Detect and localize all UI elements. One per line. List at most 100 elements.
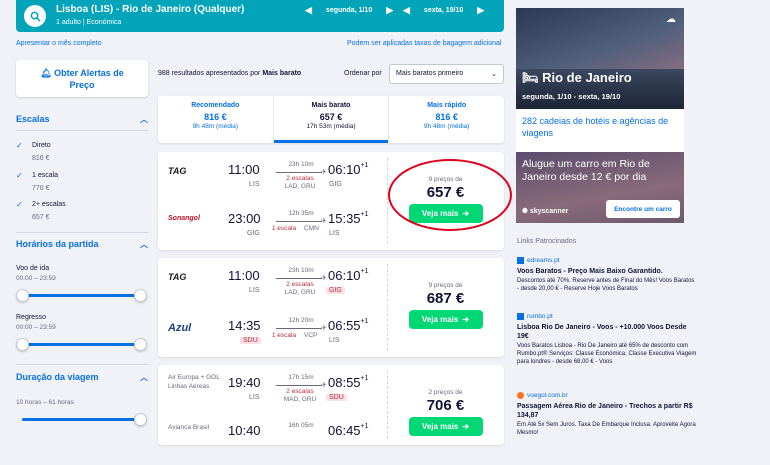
find-car-button[interactable]: Encontre um carro bbox=[606, 200, 680, 218]
ad-text: Voos Baratos Lisboa - Rio De Janeiro até… bbox=[517, 343, 697, 365]
outbound-slider-min-handle[interactable] bbox=[16, 289, 29, 302]
prev-depart-date-button[interactable]: ◀ bbox=[305, 5, 312, 16]
times-filter-header[interactable]: Horários da partida ︿ bbox=[16, 239, 148, 250]
price: 687 € bbox=[426, 290, 465, 307]
arrival-time: 15:35+1 bbox=[328, 211, 369, 226]
chevron-up-icon: ︿ bbox=[140, 240, 148, 249]
text-ad[interactable]: voegol.com.br Passagem Aérea Rio de Jane… bbox=[517, 392, 697, 437]
result-card[interactable]: TAG 11:00 LIS 23h 10m ✈ 2 escalas LAD, G… bbox=[158, 258, 504, 357]
prev-return-date-button[interactable]: ◀ bbox=[403, 5, 410, 16]
tab-duration: 9h 48m (média) bbox=[423, 123, 470, 130]
text-ad[interactable]: edreams.pt Voos Baratos - Preço Mais Bai… bbox=[517, 257, 697, 293]
depart-date[interactable]: segunda, 1/10 bbox=[326, 7, 372, 14]
arrival-time: 06:10+1 bbox=[328, 268, 369, 283]
cabin-class: Económica bbox=[86, 19, 122, 26]
ad-source: voegol.com.br bbox=[527, 392, 568, 399]
plane-icon: ✈ bbox=[321, 325, 327, 332]
price: 706 € bbox=[426, 397, 465, 414]
tab-name: Mais rápido bbox=[427, 102, 467, 109]
tab-duration: 9h 48m (média) bbox=[192, 123, 239, 130]
stops-filter-title: Escalas bbox=[16, 114, 50, 124]
flight-leg-return: Avianca Brasil 10:40 16h 05m 06:45+1 bbox=[158, 419, 387, 465]
ad-hotels-link[interactable]: 282 cadeias de hotéis e agências de viag… bbox=[522, 115, 682, 139]
airline-name: Avianca Brasil bbox=[168, 424, 210, 431]
text-ad[interactable]: rumbo.pt Lisboa Rio De Janeiro - Voos - … bbox=[517, 313, 697, 366]
outbound-range: 00:00 – 23:59 bbox=[16, 275, 56, 282]
stops-filter-header[interactable]: Escalas ︿ bbox=[16, 114, 148, 125]
chevron-down-icon: ⌄ bbox=[491, 71, 497, 78]
route-line bbox=[276, 172, 322, 173]
chevron-up-icon: ︿ bbox=[140, 373, 148, 382]
airline-logo: TAG bbox=[168, 272, 187, 282]
car-rental-ad[interactable]: Alugue um carro em Rio de Janeiro desde … bbox=[516, 152, 684, 223]
day-offset: +1 bbox=[360, 423, 369, 430]
return-date-nav: ◀ sexta, 19/10 ▶ bbox=[403, 5, 484, 16]
stops-one-price: 770 € bbox=[32, 185, 50, 192]
arrival-time: 06:45+1 bbox=[328, 423, 369, 438]
tab-cheapest[interactable]: Mais barato 657 € 17h 53m (média) bbox=[273, 96, 390, 143]
full-month-link[interactable]: Apresentar o mês completo bbox=[16, 40, 102, 47]
stops-count: 2 escalas bbox=[286, 281, 314, 288]
return-slider-max-handle[interactable] bbox=[134, 338, 147, 351]
departure-airport: LIS bbox=[249, 287, 260, 294]
day-offset: +1 bbox=[360, 318, 369, 325]
return-slider-track[interactable] bbox=[22, 343, 140, 346]
view-more-label: Veja mais bbox=[421, 315, 459, 324]
departure-time: 23:00 bbox=[228, 211, 261, 226]
stops-one-label: 1 escala bbox=[32, 172, 59, 179]
stops-count: 1 escala bbox=[271, 225, 297, 232]
view-more-button[interactable]: Veja mais ➔ bbox=[408, 417, 483, 436]
arrival-airport: GIG bbox=[326, 287, 345, 294]
return-slider-min-handle[interactable] bbox=[16, 338, 29, 351]
price-alert-label: Obter Alertas de Preço bbox=[54, 67, 124, 90]
baggage-fees-link[interactable]: Podem ser aplicadas taxas de bagagem adi… bbox=[347, 40, 502, 47]
ad-title[interactable]: Voos Baratos - Preço Mais Baixo Garantid… bbox=[517, 267, 697, 276]
duration-slider-track[interactable] bbox=[22, 418, 140, 421]
result-card[interactable]: Air Europa + GOL Linhas Aéreas 19:40 LIS… bbox=[158, 365, 504, 445]
view-more-button[interactable]: Veja mais ➔ bbox=[408, 310, 483, 329]
outbound-slider-track[interactable] bbox=[22, 294, 140, 297]
ad-title[interactable]: Lisboa Rio De Janeiro - Voos - +10.000 V… bbox=[517, 323, 697, 341]
airline-logo: TAG bbox=[168, 166, 187, 176]
rumbo-icon bbox=[517, 313, 524, 320]
tab-fastest[interactable]: Mais rápido 816 € 9h 48m (média) bbox=[389, 96, 504, 143]
price-box: 2 preços de 706 € Veja mais ➔ bbox=[387, 389, 504, 436]
depart-date-nav: ◀ segunda, 1/10 ▶ bbox=[305, 5, 393, 16]
tab-price: 816 € bbox=[204, 112, 227, 122]
tab-price: 816 € bbox=[435, 112, 458, 122]
flight-duration: 12h 20m bbox=[288, 317, 314, 324]
duration-slider-handle[interactable] bbox=[134, 413, 147, 426]
flight-leg-outbound: Air Europa + GOL Linhas Aéreas 19:40 LIS… bbox=[158, 371, 387, 417]
route-summary: Lisboa (LIS) - Rio de Janeiro (Qualquer)… bbox=[56, 4, 245, 26]
plane-icon: ✈ bbox=[321, 218, 327, 225]
highlight-annotation bbox=[388, 159, 512, 231]
departure-airport: LIS bbox=[249, 394, 260, 401]
tab-recommended[interactable]: Recomendado 816 € 9h 48m (média) bbox=[158, 96, 274, 143]
stops-two-plus-label: 2+ escalas bbox=[32, 201, 66, 208]
outbound-label: Voo de ida bbox=[16, 265, 50, 272]
ad-title[interactable]: Passagem Aérea Rio de Janeiro - Trechos … bbox=[517, 402, 697, 420]
search-icon[interactable] bbox=[24, 5, 46, 27]
flight-duration: 16h 05m bbox=[288, 422, 314, 429]
return-date[interactable]: sexta, 19/10 bbox=[424, 7, 463, 14]
departure-airport: GIG bbox=[247, 230, 260, 237]
arrival-airport: SDU bbox=[326, 394, 347, 401]
ad-text: Em Até 5x Sem Juros. Taxa De Embarque In… bbox=[517, 422, 696, 436]
tab-name: Mais barato bbox=[311, 102, 351, 109]
next-depart-date-button[interactable]: ▶ bbox=[386, 5, 393, 16]
route-line bbox=[276, 278, 322, 279]
stops-count: 1 escala bbox=[271, 332, 297, 339]
bed-icon: 🛏︎ bbox=[522, 70, 543, 85]
price-alert-button[interactable]: 🔔︎ Obter Alertas de Preço bbox=[16, 60, 148, 97]
stop-airports: MAD, GRU bbox=[283, 396, 317, 403]
num-prices: 2 preços de bbox=[428, 389, 463, 396]
flight-leg-return: Sonangol 23:00 GIG 12h 35m ✈ 1 escala CM… bbox=[158, 207, 387, 253]
next-return-date-button[interactable]: ▶ bbox=[477, 5, 484, 16]
arrow-right-icon: ➔ bbox=[462, 422, 470, 431]
duration-filter-header[interactable]: Duração da viagem ︿ bbox=[16, 372, 148, 383]
sort-select[interactable]: Mais baratos primeiro ⌄ bbox=[389, 64, 504, 84]
arrival-time-value: 15:35 bbox=[328, 211, 361, 226]
outbound-slider-max-handle[interactable] bbox=[134, 289, 147, 302]
stop-airports: LAD, GRU bbox=[284, 183, 316, 190]
stops-count: 2 escalas bbox=[286, 175, 314, 182]
